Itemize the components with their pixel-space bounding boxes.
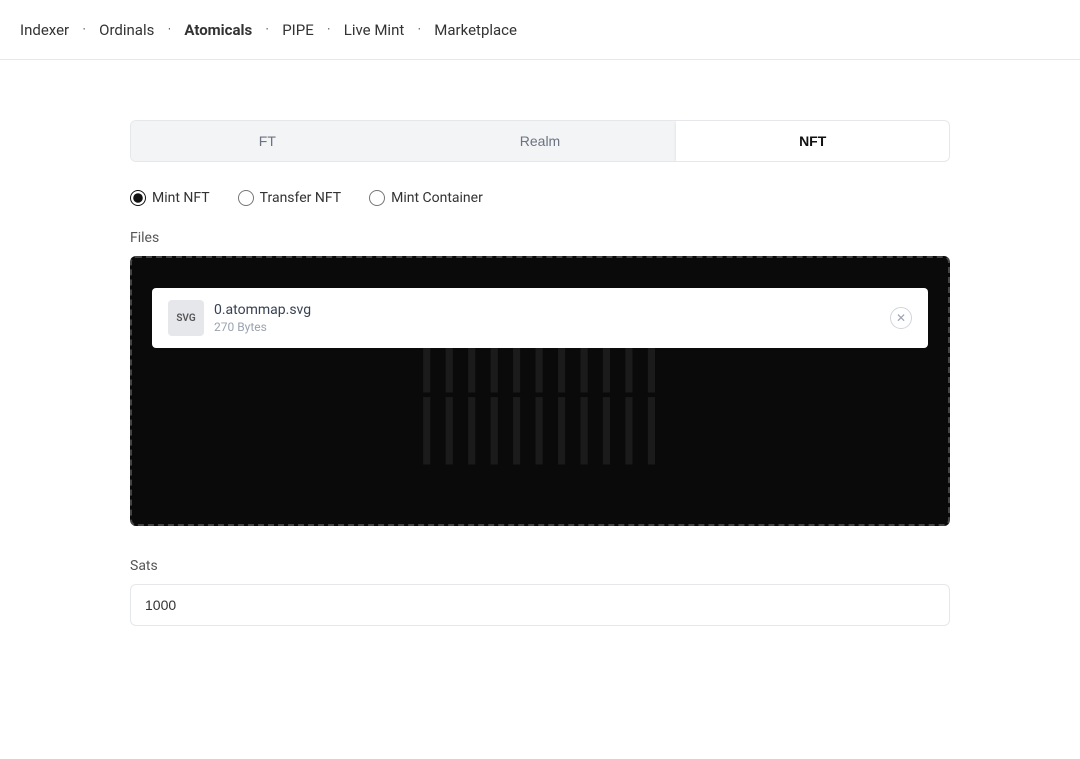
radio-transfer-nft[interactable]: Transfer NFT xyxy=(238,190,341,206)
files-section: Files ||||||||||| ||||||||||| SVG 0.atom… xyxy=(130,230,950,526)
tab-nft[interactable]: NFT xyxy=(676,121,949,161)
main-content: FT Realm NFT Mint NFT Transfer NFT Mint … xyxy=(110,120,970,626)
tab-realm[interactable]: Realm xyxy=(404,121,677,161)
nav-item-ordinals[interactable]: Ordinals xyxy=(99,21,154,39)
nav-dot-5: • xyxy=(418,26,420,33)
nav-item-indexer[interactable]: Indexer xyxy=(20,21,69,39)
file-drop-zone[interactable]: ||||||||||| ||||||||||| SVG 0.atommap.sv… xyxy=(130,256,950,526)
nav-dot-1: • xyxy=(83,26,85,33)
radio-mint-container[interactable]: Mint Container xyxy=(369,190,483,206)
nav-item-atomicals[interactable]: Atomicals xyxy=(184,21,252,39)
radio-transfer-nft-input[interactable] xyxy=(238,190,254,206)
file-details: 0.atommap.svg 270 Bytes xyxy=(214,302,311,334)
file-item: SVG 0.atommap.svg 270 Bytes ✕ xyxy=(152,288,928,348)
radio-group: Mint NFT Transfer NFT Mint Container xyxy=(130,190,950,206)
tab-switcher: FT Realm NFT xyxy=(130,120,950,162)
sats-input[interactable] xyxy=(130,584,950,626)
files-label: Files xyxy=(130,230,950,246)
sats-label: Sats xyxy=(130,558,950,574)
nav-dot-3: • xyxy=(266,26,268,33)
close-icon: ✕ xyxy=(896,311,906,325)
radio-mint-nft[interactable]: Mint NFT xyxy=(130,190,210,206)
radio-mint-container-input[interactable] xyxy=(369,190,385,206)
radio-mint-nft-label: Mint NFT xyxy=(152,190,210,206)
file-name: 0.atommap.svg xyxy=(214,302,311,318)
nav-dot-4: • xyxy=(328,26,330,33)
radio-mint-container-label: Mint Container xyxy=(391,190,483,206)
sats-section: Sats xyxy=(130,558,950,626)
file-info: SVG 0.atommap.svg 270 Bytes xyxy=(168,300,311,336)
radio-transfer-nft-label: Transfer NFT xyxy=(260,190,341,206)
radio-mint-nft-input[interactable] xyxy=(130,190,146,206)
file-size: 270 Bytes xyxy=(214,320,311,334)
nav-bar: Indexer • Ordinals • Atomicals • PIPE • … xyxy=(0,0,1080,60)
nav-dot-2: • xyxy=(168,26,170,33)
nav-item-marketplace[interactable]: Marketplace xyxy=(434,21,517,39)
nav-item-live-mint[interactable]: Live Mint xyxy=(344,21,405,39)
nav-item-pipe[interactable]: PIPE xyxy=(282,21,314,39)
tab-ft[interactable]: FT xyxy=(131,121,404,161)
file-type-icon: SVG xyxy=(168,300,204,336)
file-remove-button[interactable]: ✕ xyxy=(890,307,912,329)
